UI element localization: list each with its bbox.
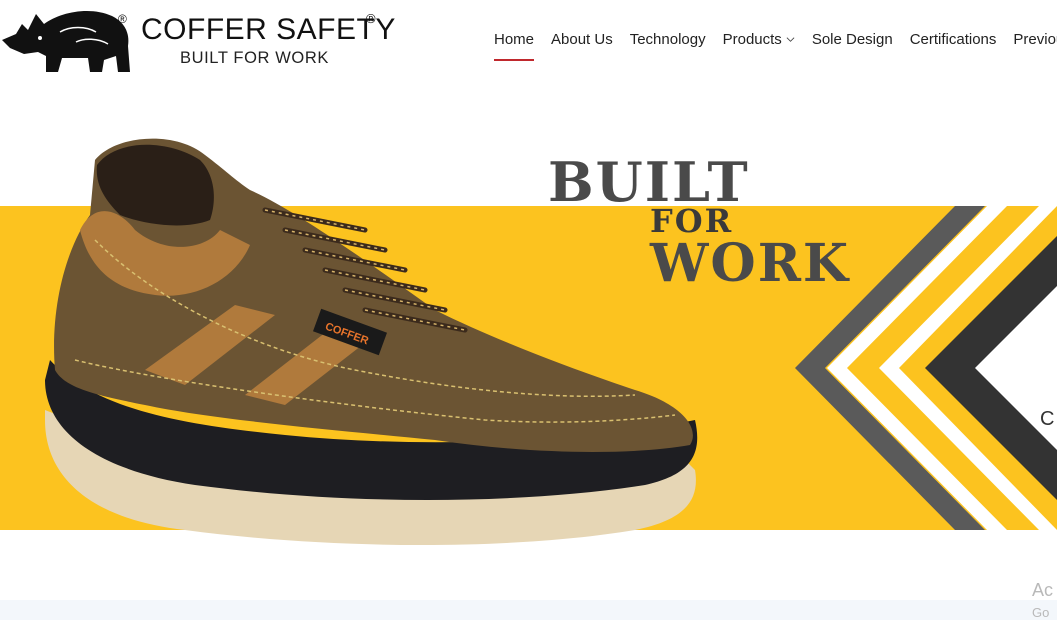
nav-home-label: Home (494, 31, 535, 48)
brand-name: COFFER SAFETY (141, 13, 396, 46)
activation-watermark-line1: Ac (1032, 580, 1054, 600)
nav-certifications-label: Certifications (909, 31, 997, 48)
partial-logo-letter: C (1040, 408, 1055, 430)
activation-watermark-line2: Go (1032, 605, 1050, 620)
footer-strip (0, 600, 1057, 620)
registered-mark: ® (118, 12, 127, 26)
brand-logo[interactable]: ® COFFER SAFETY ® BUILT FOR WORK (0, 0, 400, 80)
nav-previous[interactable]: Previou (1013, 31, 1057, 48)
nav-technology[interactable]: Technology (630, 31, 706, 48)
nav-about-label: About Us (551, 31, 613, 48)
nav-technology-label: Technology (629, 31, 706, 48)
hero-banner[interactable]: C BUILT FOR WORK COFFER (0, 90, 1057, 600)
main-nav: Home About Us Technology Products Sole D… (494, 31, 1057, 61)
chevron-down-icon (786, 37, 795, 42)
registered-mark-2: ® (366, 11, 376, 26)
nav-home[interactable]: Home (494, 31, 535, 61)
nav-sole-design[interactable]: Sole Design (812, 31, 893, 48)
safety-shoe-image: COFFER (45, 138, 698, 545)
nav-about-us[interactable]: About Us (551, 31, 613, 48)
site-header: ® COFFER SAFETY ® BUILT FOR WORK Home Ab… (0, 0, 1057, 90)
nav-products[interactable]: Products (723, 31, 795, 48)
rhino-logo-icon (2, 10, 130, 72)
nav-products-label: Products (722, 31, 782, 48)
nav-previous-label: Previou (1013, 31, 1057, 48)
nav-sole-design-label: Sole Design (811, 31, 893, 48)
nav-certifications[interactable]: Certifications (910, 31, 997, 48)
brand-tagline: BUILT FOR WORK (180, 49, 329, 67)
